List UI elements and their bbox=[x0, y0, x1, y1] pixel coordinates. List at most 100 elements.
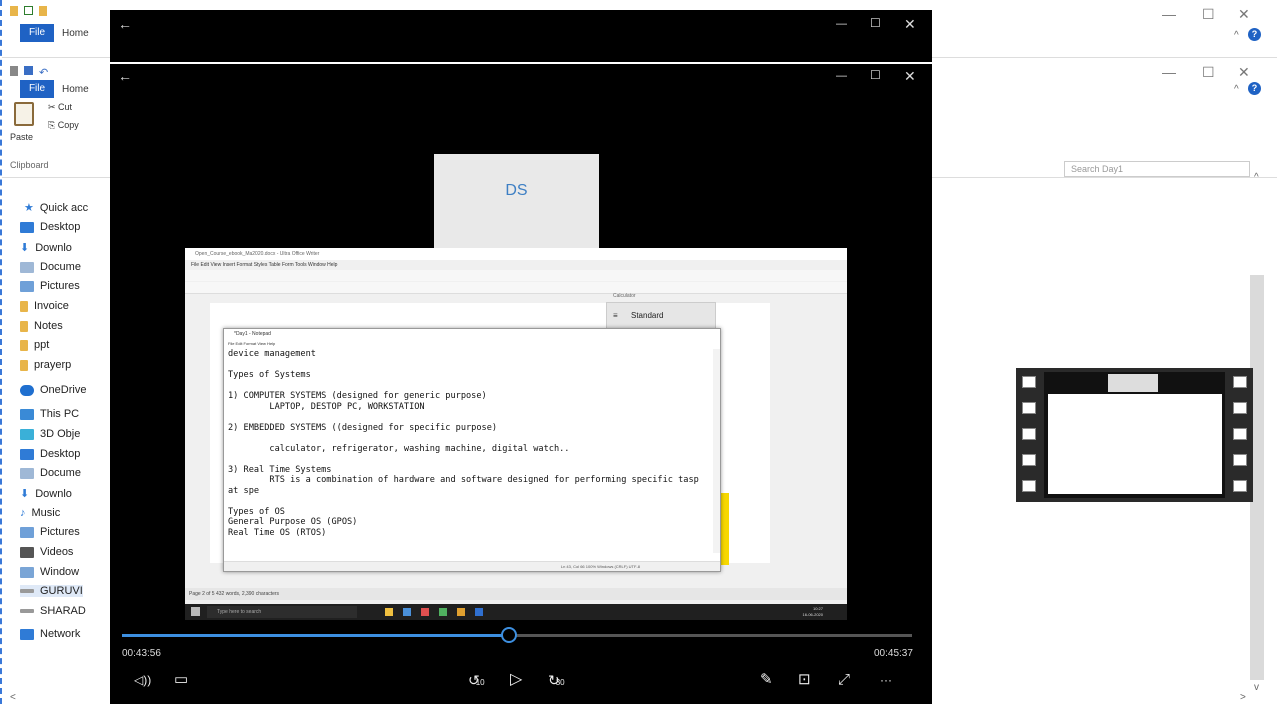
windows-icon bbox=[191, 607, 200, 616]
nav-item[interactable]: Videos bbox=[20, 546, 73, 558]
notepad-title: *Day1 - Notepad bbox=[234, 331, 271, 337]
nav-item[interactable]: Network bbox=[20, 628, 80, 640]
minimize-button[interactable]: — bbox=[836, 70, 847, 82]
scroll-left-icon[interactable]: < bbox=[10, 692, 16, 703]
taskbar-app-icon bbox=[385, 608, 393, 616]
quick-access-toolbar[interactable] bbox=[10, 6, 47, 16]
taskbar: Type here to search 10:27 16-06-2020 bbox=[185, 604, 847, 620]
hamburger-icon: ≡ bbox=[613, 311, 618, 320]
taskbar-search: Type here to search bbox=[207, 606, 357, 618]
nav-item[interactable]: Invoice bbox=[20, 300, 69, 312]
nav-item[interactable]: ⬇ Downlo bbox=[20, 487, 72, 501]
taskbar-app-icon bbox=[421, 608, 429, 616]
scroll-right-icon[interactable]: > bbox=[1240, 692, 1246, 703]
film-hole bbox=[1233, 376, 1247, 388]
miniview-icon[interactable]: ⊡ bbox=[798, 672, 811, 688]
copy-button[interactable]: ⎘ Copy bbox=[48, 120, 79, 131]
pictures-icon bbox=[20, 280, 34, 292]
writer-status: Page 2 of 5 432 words, 2,390 characters bbox=[185, 588, 847, 600]
captions-icon[interactable]: ▭ bbox=[174, 672, 188, 688]
maximize-button[interactable]: ☐ bbox=[870, 68, 881, 82]
film-hole bbox=[1022, 376, 1036, 388]
nav-item[interactable]: Pictures bbox=[20, 526, 80, 538]
fullscreen-icon[interactable]: ⤢ bbox=[838, 672, 850, 688]
help-icon[interactable]: ? bbox=[1248, 82, 1261, 95]
skip-back-button[interactable]: ↺10 bbox=[468, 672, 485, 691]
nav-item[interactable]: Desktop bbox=[20, 448, 80, 460]
minimize-button[interactable]: — bbox=[1162, 64, 1176, 80]
paste-icon[interactable] bbox=[14, 102, 34, 126]
thumbnail-avatar bbox=[1108, 374, 1158, 392]
folder-icon bbox=[20, 339, 28, 351]
ribbon-collapse-icon[interactable]: ^ bbox=[1234, 30, 1239, 41]
minimize-button[interactable]: — bbox=[1162, 6, 1176, 22]
film-hole bbox=[1022, 428, 1036, 440]
maximize-button[interactable]: ☐ bbox=[1202, 64, 1215, 81]
ribbon-collapse-icon[interactable]: ^ bbox=[1234, 84, 1239, 95]
nav-item[interactable]: ★ Quick acc bbox=[24, 201, 88, 215]
cube-icon bbox=[20, 428, 34, 440]
search-input[interactable]: Search Day1 bbox=[1064, 161, 1250, 177]
document-icon bbox=[20, 467, 34, 479]
volume-icon[interactable]: ◁)) bbox=[134, 672, 151, 688]
writer-menu: File Edit View Insert Format Styles Tabl… bbox=[191, 262, 338, 268]
taskbar-clock: 10:27 16-06-2020 bbox=[802, 606, 823, 617]
pictures-icon bbox=[20, 526, 34, 538]
nav-item[interactable]: ♪ Music bbox=[20, 507, 60, 519]
drive-icon bbox=[20, 609, 34, 613]
nav-item[interactable]: ppt bbox=[20, 339, 49, 351]
navigation-pane: ★ Quick acc Desktop ⬇ Downlo Docume Pictur… bbox=[20, 140, 100, 700]
close-button[interactable]: ✕ bbox=[1238, 6, 1250, 23]
close-button[interactable]: ✕ bbox=[904, 68, 916, 85]
nav-item[interactable]: prayerp bbox=[20, 359, 71, 371]
file-tab[interactable]: File bbox=[20, 24, 54, 42]
film-hole bbox=[1022, 454, 1036, 466]
file-tab[interactable]: File bbox=[20, 80, 54, 98]
scroll-down-icon[interactable]: v bbox=[1254, 682, 1259, 693]
skip-forward-button[interactable]: ↻30 bbox=[548, 672, 565, 691]
folder-icon bbox=[20, 300, 28, 312]
quick-access-toolbar[interactable]: ↶ bbox=[10, 66, 48, 79]
film-hole bbox=[1233, 428, 1247, 440]
folder-icon bbox=[10, 6, 18, 16]
taskbar-app-icon bbox=[475, 608, 483, 616]
video-thumbnail[interactable] bbox=[1016, 368, 1253, 502]
nav-item[interactable]: Notes bbox=[20, 320, 63, 332]
cut-button[interactable]: ✂ Cut bbox=[48, 102, 72, 113]
desktop-icon bbox=[20, 448, 34, 460]
notepad-text: device management Types of Systems 1) CO… bbox=[228, 349, 699, 538]
maximize-button[interactable]: ☐ bbox=[870, 16, 881, 30]
film-hole bbox=[1233, 454, 1247, 466]
nav-item[interactable]: This PC bbox=[20, 408, 79, 420]
maximize-button[interactable]: ☐ bbox=[1202, 6, 1215, 23]
home-tab[interactable]: Home bbox=[62, 84, 89, 95]
play-button[interactable]: ▷ bbox=[510, 672, 522, 688]
nav-item[interactable]: Desktop bbox=[20, 221, 80, 233]
more-options-icon[interactable]: ··· bbox=[880, 672, 892, 688]
minimize-button[interactable]: — bbox=[836, 18, 847, 30]
calculator-title: Calculator bbox=[613, 293, 636, 299]
nav-item[interactable]: SHARAD bbox=[20, 605, 86, 617]
nav-item[interactable]: Docume bbox=[20, 261, 81, 273]
participant-tile: DS bbox=[434, 154, 599, 249]
back-button[interactable]: ← bbox=[118, 68, 132, 84]
help-icon[interactable]: ? bbox=[1248, 28, 1261, 41]
nav-item-selected[interactable]: GURUVI bbox=[20, 585, 83, 597]
home-tab[interactable]: Home bbox=[62, 28, 89, 39]
scissors-icon: ✂ bbox=[48, 102, 59, 112]
scroll-up-icon[interactable]: ^ bbox=[1254, 172, 1259, 183]
nav-item[interactable]: Pictures bbox=[20, 280, 80, 292]
back-button[interactable]: ← bbox=[118, 16, 132, 32]
nav-item[interactable]: Docume bbox=[20, 467, 81, 479]
nav-item[interactable]: ⬇ Downlo bbox=[20, 241, 72, 255]
close-button[interactable]: ✕ bbox=[1238, 64, 1250, 81]
nav-item[interactable]: 3D Obje bbox=[20, 428, 80, 440]
nav-item[interactable]: OneDrive bbox=[20, 384, 86, 396]
writer-format-bar bbox=[185, 282, 847, 294]
seek-handle[interactable] bbox=[501, 627, 518, 643]
pen-icon[interactable]: ✎ bbox=[760, 672, 773, 688]
taskbar-app-icon bbox=[403, 608, 411, 616]
close-button[interactable]: ✕ bbox=[904, 16, 916, 33]
film-hole bbox=[1233, 480, 1247, 492]
nav-item[interactable]: Window bbox=[20, 566, 79, 578]
